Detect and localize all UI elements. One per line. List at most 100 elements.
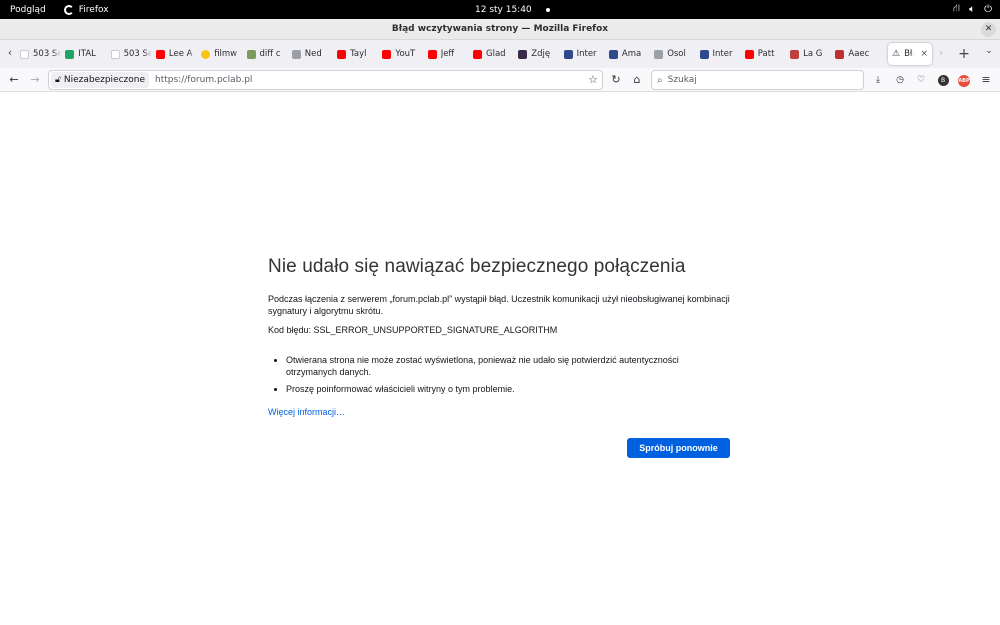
tab-label: Lee A bbox=[168, 49, 193, 59]
app-name: Firefox bbox=[78, 4, 109, 15]
security-indicator[interactable]: 🔓︎ Niezabezpieczone bbox=[51, 72, 149, 88]
app-menu[interactable]: Firefox bbox=[63, 4, 109, 15]
tab-label: Inter bbox=[576, 49, 597, 59]
chevron-down-icon: ⌄ bbox=[985, 46, 993, 56]
tab-item[interactable]: Patt bbox=[744, 44, 786, 64]
history-button[interactable]: ◷ bbox=[893, 73, 907, 87]
tab-label: Glad bbox=[486, 49, 506, 59]
list-item: Otwierana strona nie może zostać wyświet… bbox=[286, 354, 730, 378]
back-button[interactable]: ← bbox=[6, 72, 22, 88]
window-title-bar: Błąd wczytywania strony — Mozilla Firefo… bbox=[0, 19, 1000, 40]
tab-item[interactable]: ITAL bbox=[65, 44, 106, 64]
tab-item[interactable]: Jeff bbox=[427, 44, 469, 64]
youtube-icon bbox=[382, 49, 392, 59]
tab-item[interactable]: Osol bbox=[654, 44, 695, 64]
bookmark-star-icon[interactable]: ☆ bbox=[588, 73, 598, 86]
learn-more-link[interactable]: Więcej informacji… bbox=[268, 407, 345, 417]
tab-item[interactable]: Zdję bbox=[518, 44, 559, 64]
youtube-icon bbox=[473, 49, 482, 59]
tab-item[interactable]: La G bbox=[790, 44, 831, 64]
tab-label: Ned bbox=[304, 49, 322, 59]
tab-item[interactable]: Tayl bbox=[337, 44, 378, 64]
photo-icon bbox=[518, 49, 528, 59]
tab-item[interactable]: Glad bbox=[473, 44, 514, 64]
window-close-button[interactable]: ✕ bbox=[981, 22, 996, 37]
search-site-icon bbox=[654, 49, 664, 59]
tab-item[interactable]: filmw bbox=[201, 44, 242, 64]
pocket-button[interactable]: ♡ bbox=[914, 73, 928, 87]
url-text[interactable]: https://forum.pclab.pl bbox=[155, 75, 252, 85]
tab-list-button[interactable]: ⌄ bbox=[982, 46, 996, 62]
tab-item[interactable]: Inter bbox=[699, 44, 741, 64]
internet-archive-icon bbox=[699, 49, 709, 59]
account-button[interactable]: B bbox=[936, 73, 950, 87]
power-icon: ⏻ bbox=[984, 4, 992, 15]
try-again-button[interactable]: Spróbuj ponownie bbox=[627, 438, 730, 458]
network-icon: ⛙ bbox=[953, 3, 961, 14]
app-menu-button[interactable]: ≡ bbox=[979, 73, 993, 87]
adblock-button[interactable]: ABP bbox=[957, 73, 971, 87]
tab-label: Inter bbox=[712, 49, 733, 59]
notification-dot-icon bbox=[545, 7, 550, 12]
tab-item[interactable]: Aaec bbox=[835, 44, 876, 64]
window-title: Błąd wczytywania strony — Mozilla Firefo… bbox=[391, 24, 609, 34]
firefox-icon bbox=[63, 4, 74, 15]
chevron-right-icon: › bbox=[938, 46, 944, 59]
home-icon: ⌂ bbox=[633, 73, 641, 86]
plus-icon: + bbox=[958, 46, 970, 62]
tab-label: Zdję bbox=[531, 49, 551, 59]
new-tab-button[interactable]: + bbox=[957, 46, 971, 62]
tab-label: Ama bbox=[621, 49, 642, 59]
activities-button[interactable]: Podgląd bbox=[10, 5, 46, 15]
tab-item[interactable]: 503 Serv bbox=[110, 44, 152, 64]
error-title: Nie udało się nawiązać bezpiecznego połą… bbox=[268, 256, 686, 277]
tab-item[interactable]: diff c bbox=[246, 44, 288, 64]
tab-item[interactable]: YouT bbox=[382, 44, 423, 64]
tab-label: Aaec bbox=[848, 49, 870, 59]
clock[interactable]: 12 sty 15:40 bbox=[475, 0, 550, 19]
google-drive-icon bbox=[65, 49, 75, 59]
internet-archive-icon bbox=[563, 49, 573, 59]
tab-label: Patt bbox=[757, 49, 775, 59]
emoji-icon bbox=[201, 49, 211, 59]
tabs-scroll-left-button[interactable]: ‹ bbox=[3, 46, 17, 62]
youtube-icon bbox=[155, 49, 165, 59]
error-description: Podczas łączenia z serwerem „forum.pclab… bbox=[268, 294, 730, 316]
volume-icon: 🔈︎ bbox=[969, 4, 976, 15]
tab-label: Tayl bbox=[350, 49, 367, 59]
generic-page-icon bbox=[20, 49, 29, 59]
search-bar[interactable]: ⌕ Szukaj bbox=[651, 70, 864, 90]
insecure-lock-icon: 🔓︎ bbox=[55, 75, 61, 85]
account-avatar-icon: B bbox=[937, 75, 949, 86]
tabs-scroll-right-button[interactable]: › bbox=[934, 46, 948, 62]
warning-icon: ⚠ bbox=[892, 49, 901, 59]
tab-active[interactable]: ⚠ Błą × bbox=[888, 43, 932, 65]
reload-icon: ↻ bbox=[611, 73, 621, 86]
page-icon bbox=[790, 49, 800, 59]
tab-item[interactable]: 503 Serv bbox=[20, 44, 61, 64]
internet-archive-icon bbox=[608, 49, 618, 59]
youtube-icon bbox=[337, 49, 347, 59]
tab-label: ITAL bbox=[78, 49, 96, 59]
diff-icon bbox=[246, 49, 256, 59]
tab-label: filmw bbox=[214, 49, 238, 59]
generic-page-icon bbox=[110, 49, 120, 59]
system-tray[interactable]: ⛙ 🔈︎ ⏻ bbox=[953, 0, 992, 19]
tab-item[interactable]: Ned bbox=[291, 44, 333, 64]
tab-item[interactable]: Inter bbox=[563, 44, 605, 64]
downloads-button[interactable]: ⤓ bbox=[871, 73, 885, 87]
home-button[interactable]: ⌂ bbox=[629, 72, 645, 88]
list-item: Proszę poinformować właścicieli witryny … bbox=[286, 383, 730, 395]
error-code: Kod błędu: SSL_ERROR_UNSUPPORTED_SIGNATU… bbox=[268, 325, 558, 335]
blocked-icon bbox=[835, 49, 845, 59]
tab-label: YouT bbox=[395, 49, 416, 59]
forward-button[interactable]: → bbox=[27, 72, 43, 88]
reload-button[interactable]: ↻ bbox=[608, 72, 624, 88]
url-bar[interactable]: 🔓︎ Niezabezpieczone https://forum.pclab.… bbox=[48, 70, 603, 90]
tab-item[interactable]: Lee A bbox=[155, 44, 197, 64]
arrow-right-icon: → bbox=[30, 73, 40, 86]
tab-item[interactable]: Ama bbox=[608, 44, 650, 64]
tab-close-button[interactable]: × bbox=[920, 49, 928, 59]
chevron-left-icon: ‹ bbox=[7, 46, 13, 59]
security-label: Niezabezpieczone bbox=[63, 75, 145, 85]
